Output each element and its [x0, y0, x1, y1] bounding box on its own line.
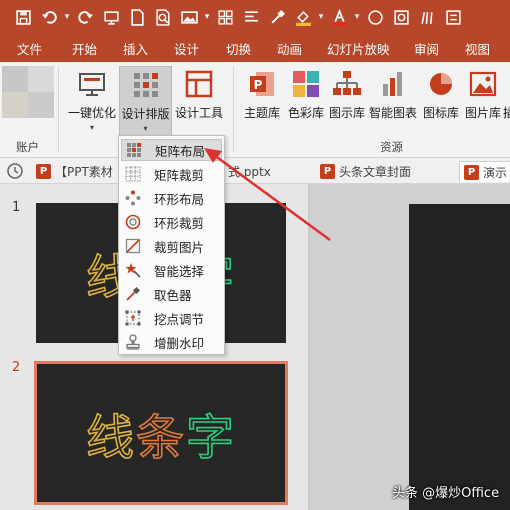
annotation-arrow: [204, 148, 331, 242]
watermark-text: 头条 @爆炒Office: [392, 486, 500, 501]
